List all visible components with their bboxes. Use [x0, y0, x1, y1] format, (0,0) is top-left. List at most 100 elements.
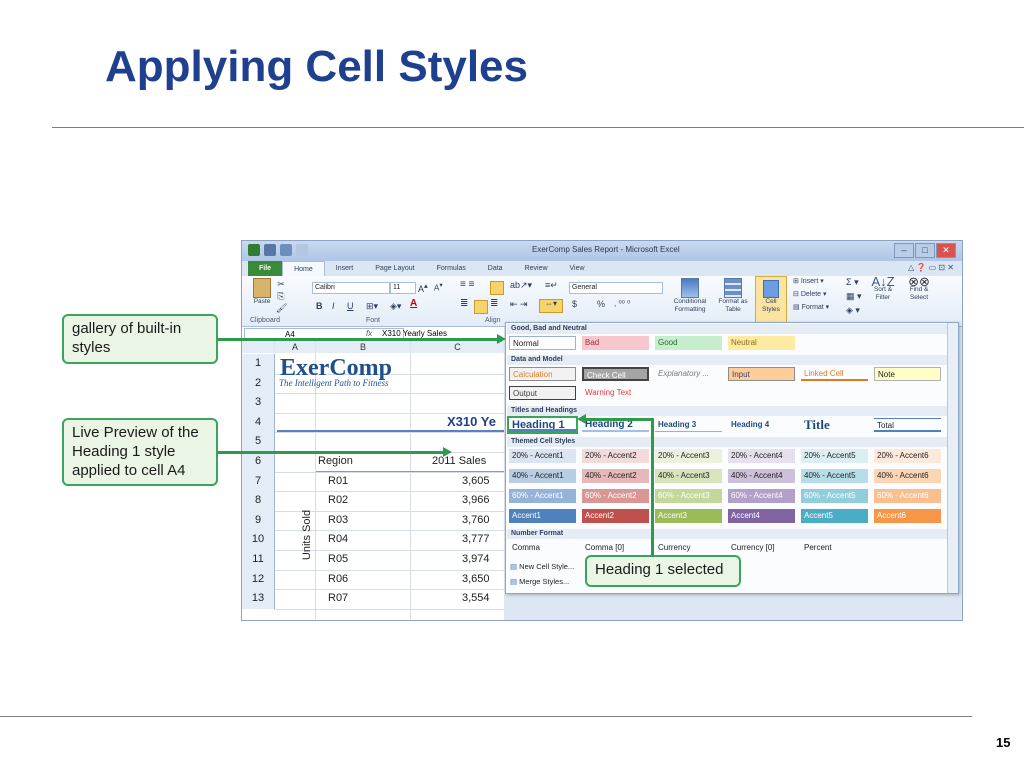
minimize-button[interactable]: –: [894, 243, 914, 258]
style-accent-2[interactable]: Accent2: [582, 509, 649, 523]
gallery-scrollbar[interactable]: [947, 323, 958, 593]
align-left-icon[interactable]: ≣: [460, 299, 468, 309]
insert-function-icon[interactable]: fx: [366, 329, 372, 338]
new-cell-style-command[interactable]: ▤ New Cell Style...: [510, 562, 574, 571]
sales-cell[interactable]: 3,650: [462, 573, 490, 585]
clear-icon[interactable]: ◈ ▾: [846, 306, 860, 315]
cut-icon[interactable]: ✂: [276, 280, 286, 289]
style-accent40-5[interactable]: 40% - Accent5: [801, 469, 868, 483]
close-button[interactable]: ✕: [936, 243, 956, 258]
sales-cell[interactable]: 3,554: [462, 592, 490, 604]
row-header[interactable]: 3: [242, 393, 275, 413]
style-goodbad-4[interactable]: Neutral: [728, 336, 795, 350]
style-heading-4[interactable]: Heading 4: [728, 418, 795, 432]
row-header[interactable]: 8: [242, 491, 275, 511]
row-header[interactable]: 10: [242, 530, 275, 550]
align-center-icon[interactable]: [474, 300, 488, 314]
style-accent60-6[interactable]: 60% - Accent6: [874, 489, 941, 503]
row-header[interactable]: 9: [242, 510, 275, 531]
shrink-font-icon[interactable]: A▾: [434, 282, 443, 293]
align-right-icon[interactable]: ≣: [490, 299, 498, 309]
format-cells-button[interactable]: ▤ Format ▾: [793, 304, 829, 312]
style-accent-5[interactable]: Accent5: [801, 509, 868, 523]
style-heading-3[interactable]: Heading 3: [655, 418, 722, 432]
number-format-dropdown[interactable]: General: [569, 282, 663, 294]
redo-icon[interactable]: [296, 244, 308, 256]
row-header[interactable]: 5: [242, 432, 275, 452]
style-accent40-1[interactable]: 40% - Accent1: [509, 469, 576, 483]
undo-icon[interactable]: [280, 244, 292, 256]
save-icon[interactable]: [264, 244, 276, 256]
tab-page-layout[interactable]: Page Layout: [364, 261, 425, 276]
style-accent20-6[interactable]: 20% - Accent6: [874, 449, 941, 463]
sales-cell[interactable]: 3,777: [462, 533, 490, 545]
paste-button[interactable]: Paste: [250, 278, 274, 306]
tab-review[interactable]: Review: [514, 261, 559, 276]
style-heading-5[interactable]: Title: [801, 418, 868, 432]
row-header[interactable]: 7: [242, 471, 275, 492]
style-accent20-3[interactable]: 20% - Accent3: [655, 449, 722, 463]
region-cell[interactable]: R04: [328, 533, 348, 545]
help-icon[interactable]: △ ❓ ▭ ⊡ ✕: [908, 263, 954, 272]
style-number-1[interactable]: Comma: [509, 541, 576, 555]
underline-button[interactable]: U: [347, 302, 354, 311]
maximize-button[interactable]: □: [915, 243, 935, 258]
style-heading-6[interactable]: Total: [874, 418, 941, 432]
style-accent20-4[interactable]: 20% - Accent4: [728, 449, 795, 463]
row-header[interactable]: 11: [242, 550, 275, 570]
style-number-4[interactable]: Currency [0]: [728, 541, 795, 555]
tab-home[interactable]: Home: [282, 260, 325, 277]
orientation-icon[interactable]: ab↗▾: [510, 281, 532, 290]
row-header[interactable]: 12: [242, 569, 275, 590]
format-painter-icon[interactable]: 🖌: [276, 304, 287, 313]
style-data-model-1[interactable]: Calculation: [509, 367, 576, 381]
sales-cell[interactable]: 3,966: [462, 494, 490, 506]
font-color-icon[interactable]: A: [410, 299, 417, 309]
align-bottom-icon[interactable]: [490, 281, 504, 295]
conditional-formatting-button[interactable]: Conditional Formatting: [668, 278, 712, 314]
style-accent-1[interactable]: Accent1: [509, 509, 576, 523]
style-data-model-2[interactable]: Check Cell: [582, 367, 649, 381]
style-accent60-4[interactable]: 60% - Accent4: [728, 489, 795, 503]
region-cell[interactable]: R01: [328, 475, 348, 487]
row-header[interactable]: 4: [242, 412, 275, 433]
style-accent40-2[interactable]: 40% - Accent2: [582, 469, 649, 483]
heading-preview-cell[interactable]: X310 Ye: [447, 414, 496, 429]
style-accent60-5[interactable]: 60% - Accent5: [801, 489, 868, 503]
style-accent40-6[interactable]: 40% - Accent6: [874, 469, 941, 483]
comma-style-icon[interactable]: , ⁰⁰ ⁰: [614, 300, 630, 308]
bold-button[interactable]: B: [316, 302, 323, 311]
style-accent-3[interactable]: Accent3: [655, 509, 722, 523]
style-accent40-4[interactable]: 40% - Accent4: [728, 469, 795, 483]
percent-style-button[interactable]: %: [597, 300, 605, 309]
font-size-dropdown[interactable]: 11: [390, 282, 416, 294]
sort-filter-button[interactable]: A↓Z Sort & Filter: [866, 275, 900, 302]
tab-file[interactable]: File: [248, 261, 283, 276]
accounting-format-button[interactable]: $: [572, 300, 577, 309]
font-name-dropdown[interactable]: Calibri: [312, 282, 390, 294]
autosum-icon[interactable]: Σ ▾: [846, 278, 859, 287]
italic-button[interactable]: I: [332, 302, 335, 311]
style-number-5[interactable]: Percent: [801, 541, 868, 555]
style-accent-6[interactable]: Accent6: [874, 509, 941, 523]
fill-icon[interactable]: ▦ ▾: [846, 292, 862, 301]
style-data-model-4[interactable]: Input: [728, 367, 795, 381]
style-goodbad-2[interactable]: Bad: [582, 336, 649, 350]
style-goodbad-1[interactable]: Normal: [509, 336, 576, 350]
copy-icon[interactable]: ⎘: [276, 292, 286, 301]
sales-cell[interactable]: 3,760: [462, 514, 490, 526]
formula-input[interactable]: X310 Yearly Sales: [382, 329, 447, 338]
style-number-2[interactable]: Comma [0]: [582, 541, 649, 555]
tab-formulas[interactable]: Formulas: [426, 261, 477, 276]
indent-icon[interactable]: ⇤ ⇥: [510, 300, 528, 309]
grow-font-icon[interactable]: A▴: [418, 282, 428, 294]
style-accent60-2[interactable]: 60% - Accent2: [582, 489, 649, 503]
fill-color-icon[interactable]: ◈▾: [390, 302, 401, 311]
row-header[interactable]: 6: [242, 452, 275, 472]
style-accent20-5[interactable]: 20% - Accent5: [801, 449, 868, 463]
style-data-model-3[interactable]: Explanatory ...: [655, 367, 722, 381]
tab-data[interactable]: Data: [477, 261, 514, 276]
cell-styles-button[interactable]: Cell Styles: [755, 276, 787, 326]
region-cell[interactable]: R06: [328, 573, 348, 585]
region-cell[interactable]: R02: [328, 494, 348, 506]
